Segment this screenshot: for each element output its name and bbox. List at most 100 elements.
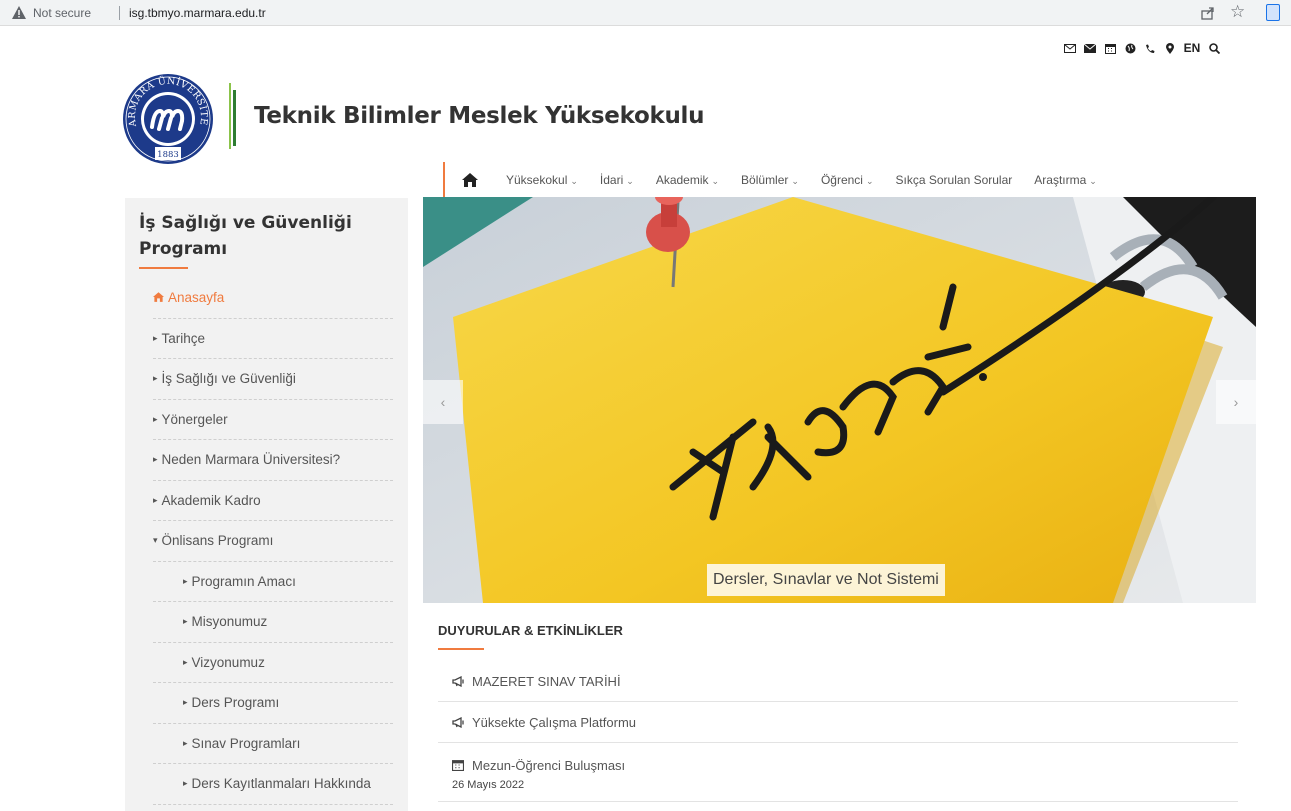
bookmark-star-icon[interactable]: ☆ (1230, 3, 1245, 21)
caret-right-icon: ▸ (183, 616, 188, 627)
sidebar-item-akademik-kadro[interactable]: ▸ Akademik Kadro (153, 481, 393, 521)
warning-icon (12, 6, 26, 19)
sidebar-item-neden-marmara[interactable]: ▸ Neden Marmara Üniversitesi? (153, 440, 393, 481)
bullhorn-icon (452, 716, 472, 728)
announcements-title-underline (438, 648, 484, 650)
site-title[interactable]: Teknik Bilimler Meslek Yüksekokulu (254, 103, 704, 129)
caret-right-icon: ▸ (153, 494, 158, 505)
announcements-title: DUYURULAR & ETKİNLİKLER (438, 623, 623, 638)
sidebar-item-isg[interactable]: ▸ İş Sağlığı ve Güvenliği (153, 359, 393, 400)
caret-right-icon: ▸ (153, 332, 158, 343)
utility-icons: EN (1060, 40, 1224, 56)
slide-caption[interactable]: Dersler, Sınavlar ve Not Sistemi (707, 564, 945, 596)
search-icon[interactable] (1204, 40, 1224, 56)
nav-item-yuksekokul[interactable]: Yüksekokul ⌄ (495, 162, 589, 198)
sidebar-item-onlisans[interactable]: ▾ Önlisans Programı (153, 521, 393, 562)
marmara-university-logo[interactable]: MARMARA ÜNİVERSİTESİ 1883 (122, 73, 214, 165)
sidebar-subitem-sinav-programlari[interactable]: ▸ Sınav Programları (153, 724, 393, 764)
calendar-icon[interactable] (1100, 40, 1120, 56)
envelope-outline-icon[interactable] (1060, 40, 1080, 56)
sidebar-item-tarihce[interactable]: ▸ Tarihçe (153, 319, 393, 359)
sidebar-item-label: Yönergeler (161, 411, 228, 427)
sidebar-item-label: Misyonumuz (191, 614, 268, 630)
sidebar-item-label: Vizyonumuz (191, 654, 265, 670)
nav-label: İdari (599, 173, 624, 187)
nav-item-bolumler[interactable]: Bölümler ⌄ (730, 162, 810, 198)
sidebar-subitem-vizyon[interactable]: ▸ Vizyonumuz (153, 643, 393, 683)
announcements-list: MAZERET SINAV TARİHİ Yüksekte Çalışma Pl… (438, 661, 1238, 802)
header-accent-bar (229, 83, 231, 149)
slide-image-exam-note (423, 197, 1256, 603)
caret-right-icon: ▸ (183, 778, 188, 789)
nav-label: Bölümler (741, 173, 789, 187)
chevron-down-icon: ⌄ (626, 176, 634, 186)
announcement-label: Yüksekte Çalışma Platformu (472, 714, 637, 730)
share-icon[interactable] (1200, 5, 1216, 21)
sidebar-item-label: İş Sağlığı ve Güvenliği (161, 371, 296, 387)
globe-icon[interactable] (1120, 40, 1140, 56)
caret-right-icon: ▸ (153, 373, 158, 384)
nav-item-arastirma[interactable]: Araştırma ⌄ (1023, 162, 1108, 198)
sidebar-subitem-ders-programi[interactable]: ▸ Ders Programı (153, 683, 393, 724)
bullhorn-icon (452, 675, 472, 687)
caret-right-icon: ▸ (153, 413, 158, 424)
nav-item-ogrenci[interactable]: Öğrenci ⌄ (810, 162, 885, 198)
security-label[interactable]: Not secure (33, 6, 91, 20)
caret-right-icon: ▸ (183, 697, 188, 708)
map-marker-icon[interactable] (1160, 40, 1180, 56)
program-sidebar: İş Sağlığı ve Güvenliği Programı Anasayf… (125, 198, 408, 811)
slider-prev-button[interactable]: ‹ (423, 380, 463, 424)
event-label: Mezun-Öğrenci Buluşması (472, 757, 626, 773)
caret-right-icon: ▸ (183, 737, 188, 748)
event-date: 26 Mayıs 2022 (452, 779, 525, 791)
caret-right-icon: ▸ (183, 575, 188, 586)
slider-next-button[interactable]: › (1216, 380, 1256, 424)
sidebar-item-label: Tarihçe (161, 330, 206, 346)
language-switch-en[interactable]: EN (1180, 41, 1204, 55)
nav-label: Öğrenci (820, 173, 863, 187)
sidebar-subitem-misyon[interactable]: ▸ Misyonumuz (153, 602, 393, 643)
sidebar-item-yonergeler[interactable]: ▸ Yönergeler (153, 400, 393, 440)
nav-label: Yüksekokul (506, 173, 568, 187)
nav-label: Akademik (655, 173, 709, 187)
nav-home-icon[interactable] (445, 162, 495, 198)
hero-slider[interactable]: ‹ › Dersler, Sınavlar ve Not Sistemi (423, 197, 1256, 603)
url-separator (119, 6, 120, 20)
svg-text:1883: 1883 (157, 150, 179, 160)
announcement-item[interactable]: Yüksekte Çalışma Platformu (438, 702, 1238, 743)
browser-address-bar[interactable]: Not secure isg.tbmyo.marmara.edu.tr ☆ (0, 0, 1291, 26)
chevron-down-icon: ⌄ (711, 176, 720, 186)
nav-item-akademik[interactable]: Akademik ⌄ (645, 162, 730, 198)
sidebar-title: İş Sağlığı ve Güvenliği Programı (139, 213, 352, 259)
event-item[interactable]: Mezun-Öğrenci Buluşması 26 Mayıs 2022 (438, 751, 1238, 802)
sidebar-item-label: Ders Kayıtlanmaları Hakkında (191, 776, 371, 792)
nav-item-sss[interactable]: Sıkça Sorulan Sorular (885, 162, 1024, 198)
sidebar-item-label: Ders Programı (191, 695, 280, 711)
sidebar-item-anasayfa[interactable]: Anasayfa (153, 278, 393, 319)
nav-label: Araştırma (1034, 173, 1087, 187)
url-text[interactable]: isg.tbmyo.marmara.edu.tr (129, 6, 266, 20)
chevron-down-icon: ⌄ (570, 176, 578, 186)
extension-icon[interactable] (1266, 4, 1280, 21)
chevron-down-icon: ⌄ (865, 176, 874, 186)
envelope-icon[interactable] (1080, 40, 1100, 56)
chevron-down-icon: ⌄ (1089, 176, 1097, 186)
sidebar-subitem-ders-kayit[interactable]: ▸ Ders Kayıtlanmaları Hakkında (153, 764, 393, 805)
announcements-section: DUYURULAR & ETKİNLİKLER MAZERET SINAV TA… (423, 603, 1256, 811)
nav-label: Sıkça Sorulan Sorular (895, 173, 1013, 187)
phone-icon[interactable] (1140, 40, 1160, 56)
header-accent-bar (233, 90, 236, 146)
calendar-icon (452, 759, 472, 771)
nav-item-idari[interactable]: İdari ⌄ (589, 162, 645, 198)
sidebar-subitem-amac[interactable]: ▸ Programın Amacı (153, 562, 393, 602)
sidebar-item-label: Neden Marmara Üniversitesi? (161, 452, 341, 468)
sidebar-menu: Anasayfa ▸ Tarihçe ▸ İş Sağlığı ve Güvenli… (153, 278, 393, 805)
caret-down-icon: ▾ (153, 535, 158, 546)
sidebar-item-label: Akademik Kadro (161, 492, 261, 508)
sidebar-item-label: Sınav Programları (191, 735, 301, 751)
announcement-item[interactable]: MAZERET SINAV TARİHİ (438, 661, 1238, 702)
sidebar-item-label: Önlisans Programı (161, 533, 274, 549)
caret-right-icon: ▸ (153, 454, 158, 465)
main-navigation: Yüksekokul ⌄ İdari ⌄ Akademik ⌄ Bölümler ⌄ Ö… (443, 162, 1108, 198)
chevron-down-icon: ⌄ (791, 176, 799, 186)
